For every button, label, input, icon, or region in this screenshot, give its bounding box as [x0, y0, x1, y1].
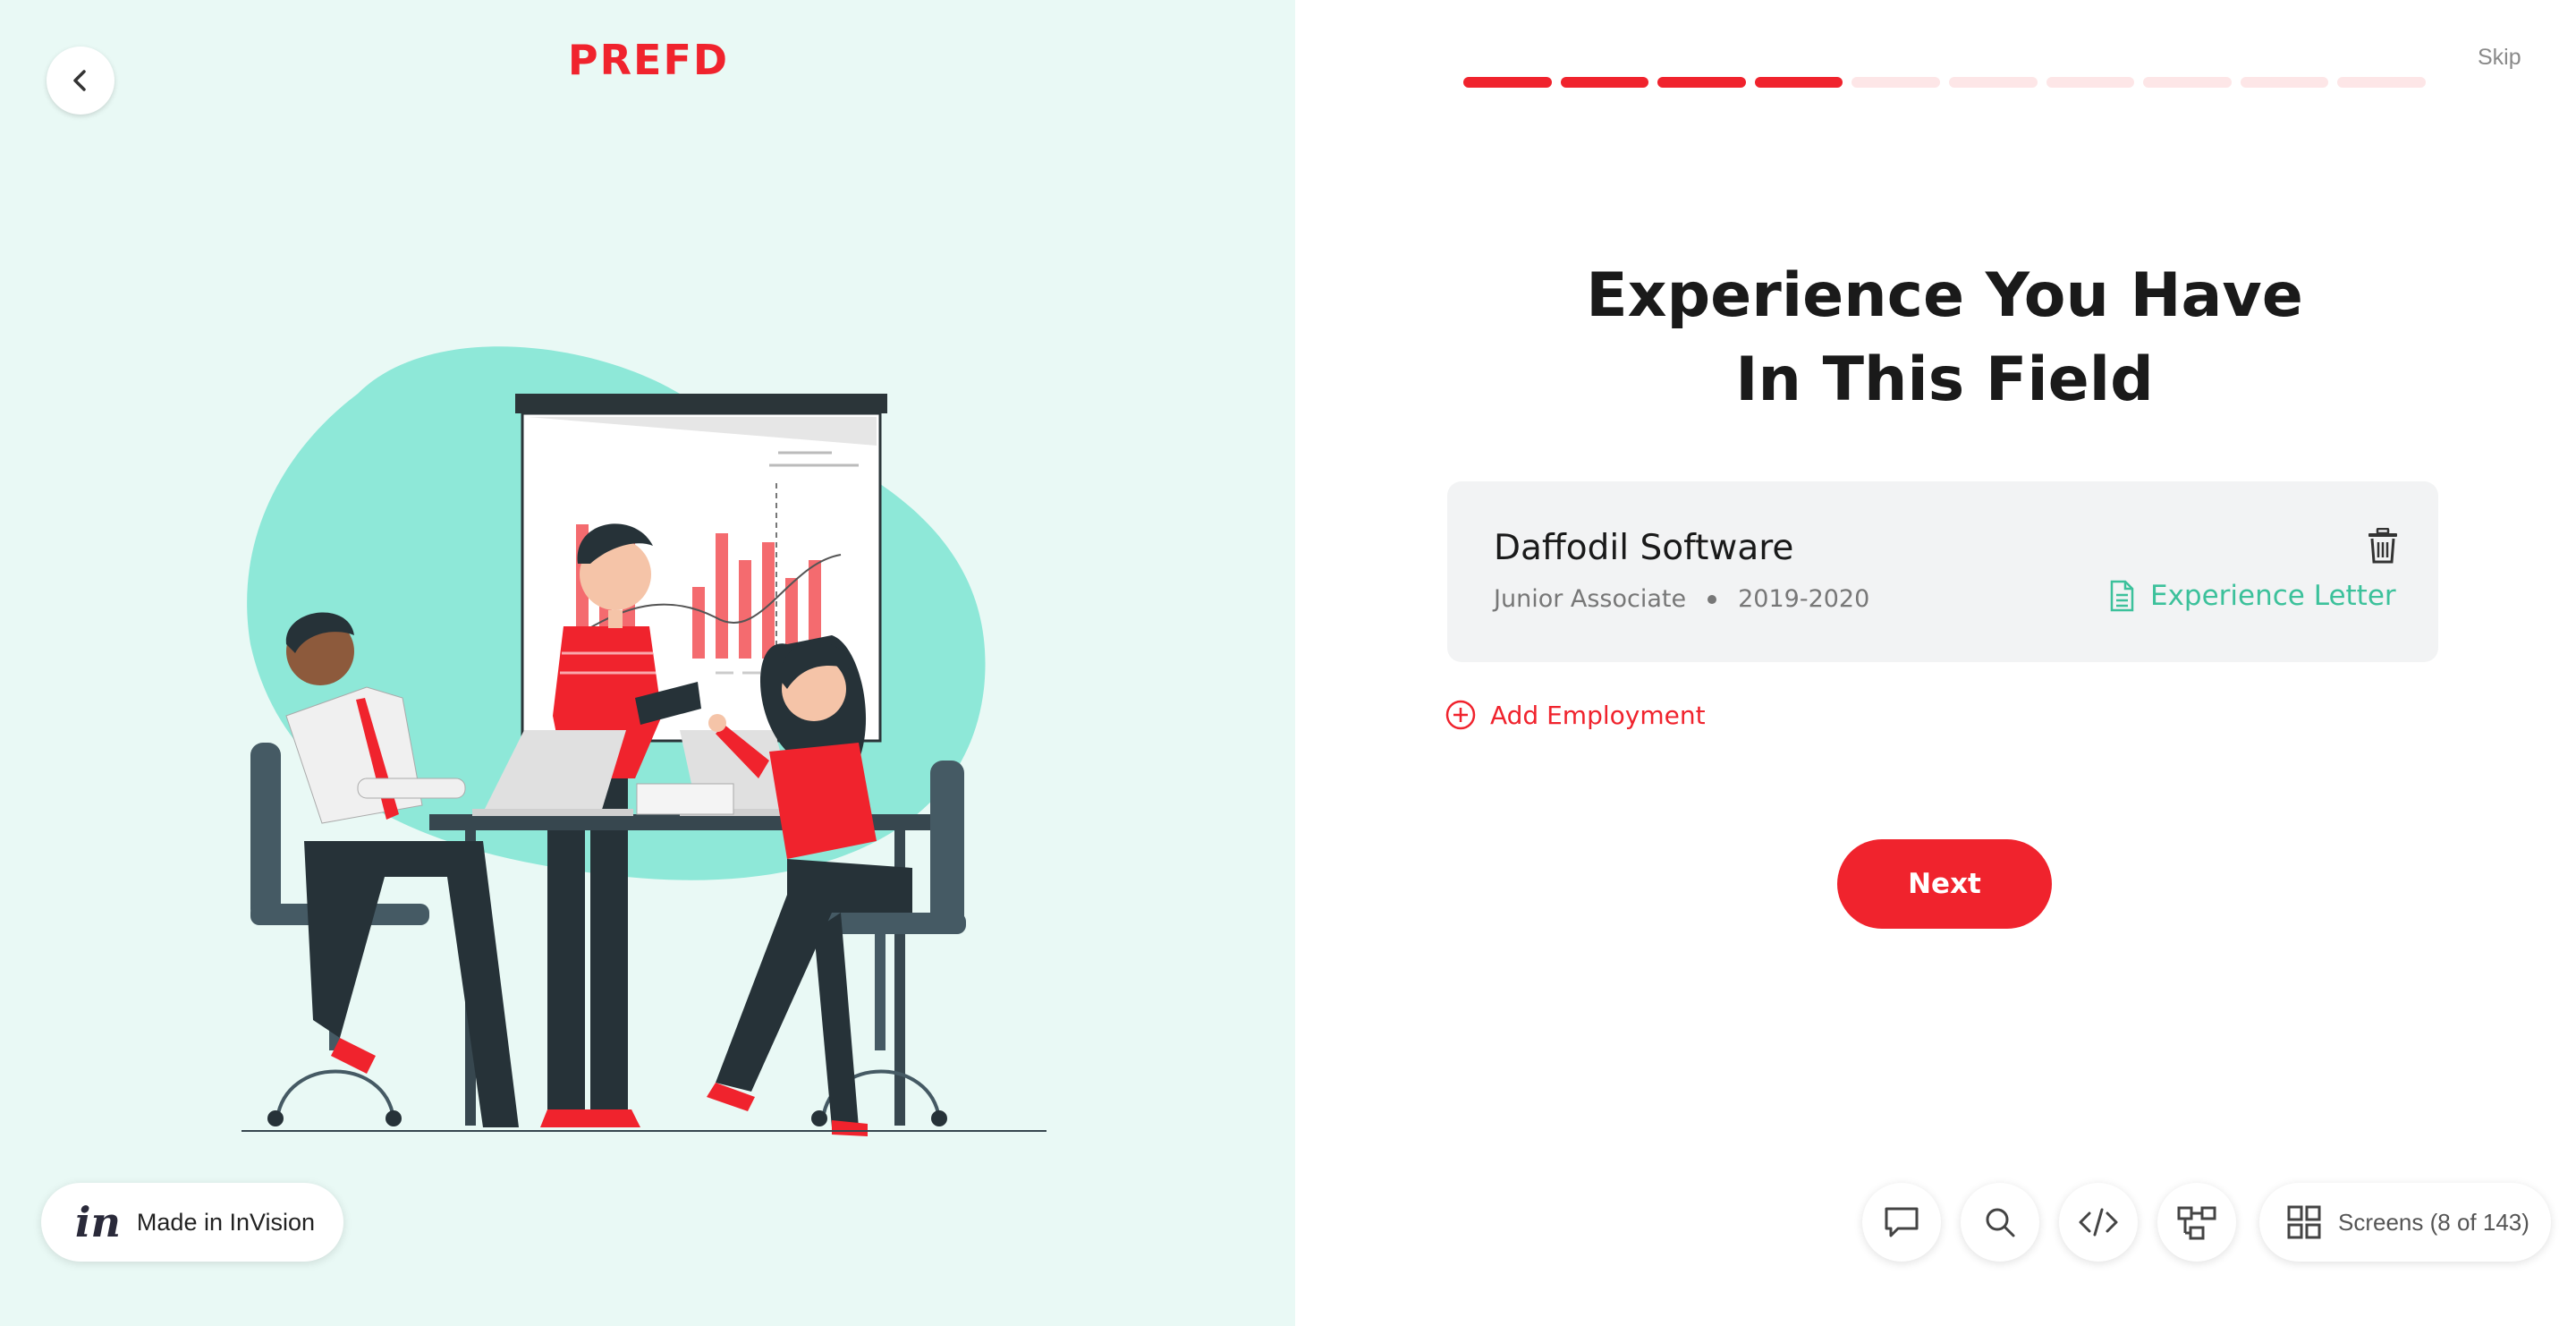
brand-logo: PREFD: [567, 36, 730, 84]
comment-icon: [1885, 1207, 1919, 1237]
search-button[interactable]: [1961, 1183, 2039, 1262]
code-icon: [2079, 1208, 2118, 1237]
job-role: Junior Associate: [1494, 585, 1687, 613]
progress-segment: [2240, 77, 2329, 88]
progress-segment: [1463, 77, 1552, 88]
employment-meta: Junior Associate 2019-2020: [1494, 585, 1869, 613]
add-employment-label: Add Employment: [1490, 700, 1706, 730]
meeting-illustration: [242, 346, 1046, 1136]
progress-segment: [1948, 77, 2038, 88]
progress-segment: [1657, 77, 1746, 88]
experience-letter-label: Experience Letter: [2150, 580, 2396, 612]
invision-label: Made in InVision: [136, 1208, 316, 1236]
made-in-invision-badge[interactable]: in Made in InVision: [41, 1183, 343, 1262]
back-button[interactable]: [47, 47, 114, 115]
flow-icon: [2177, 1206, 2216, 1240]
skip-link[interactable]: Skip: [2478, 45, 2521, 71]
progress-segment: [1560, 77, 1649, 88]
progress-segment: [1754, 77, 1843, 88]
page-title-line1: Experience You Have: [1586, 260, 2303, 331]
experience-letter-link[interactable]: Experience Letter: [2109, 580, 2396, 612]
progress-segment: [2046, 77, 2135, 88]
progress-segment: [1852, 77, 1940, 88]
screens-button[interactable]: Screens (8 of 143): [2259, 1183, 2551, 1262]
code-button[interactable]: [2059, 1183, 2138, 1262]
comment-button[interactable]: [1862, 1183, 1941, 1262]
flow-button[interactable]: [2157, 1183, 2236, 1262]
page-title: Experience You Have In This Field: [1467, 254, 2422, 422]
chevron-left-icon: [73, 70, 86, 91]
progress-segment: [2337, 77, 2426, 88]
separator-dot: [1707, 594, 1717, 604]
job-period: 2019-2020: [1738, 585, 1870, 613]
employment-card: Daffodil Software Junior Associate 2019-…: [1447, 481, 2438, 662]
grid-icon: [2287, 1205, 2321, 1239]
add-circle-icon: [1445, 700, 1476, 730]
page-title-line2: In This Field: [1735, 344, 2154, 415]
invision-logo-icon: in: [75, 1198, 121, 1246]
progress-bar: [1463, 77, 2426, 88]
progress-segment: [2143, 77, 2232, 88]
right-panel: [1295, 0, 2576, 1326]
search-icon: [1986, 1208, 2015, 1237]
add-employment-button[interactable]: Add Employment: [1445, 700, 1706, 730]
next-button[interactable]: Next: [1837, 839, 2052, 929]
left-panel: PREFD in Made in InVision: [0, 0, 1295, 1326]
screens-label: Screens (8 of 143): [2338, 1208, 2529, 1236]
document-icon: [2110, 580, 2134, 612]
company-name: Daffodil Software: [1494, 528, 1794, 568]
trash-icon[interactable]: [2367, 528, 2399, 564]
